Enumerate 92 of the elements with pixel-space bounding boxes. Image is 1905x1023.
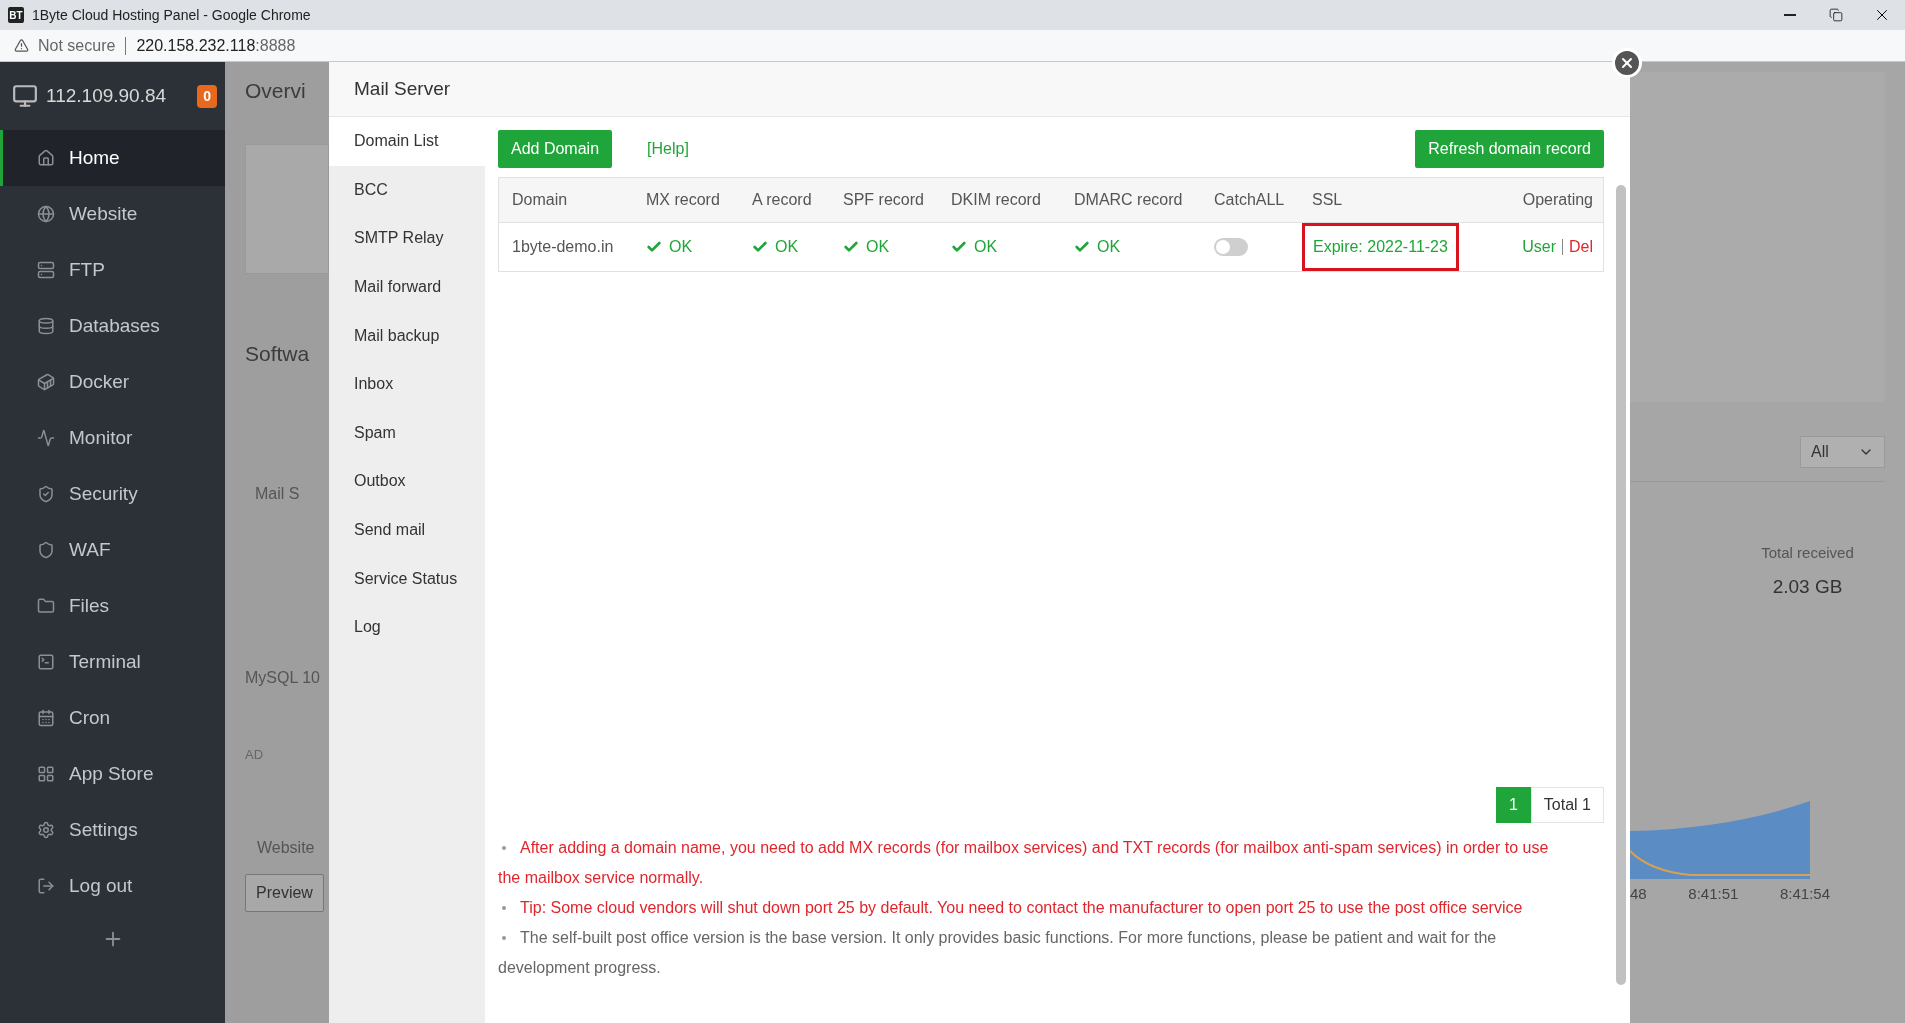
total-received-label: Total received (1761, 543, 1854, 563)
column-header: SSL (1312, 190, 1343, 210)
column-header: SPF record (843, 190, 924, 210)
sidebar-item[interactable]: FTP (0, 242, 225, 298)
total-received-value: 2.03 GB (1772, 574, 1843, 599)
nav-item[interactable]: Spam (329, 408, 485, 458)
sidebar-item[interactable]: Website (0, 186, 225, 242)
check-icon (752, 239, 768, 255)
sidebar-item[interactable]: Files (0, 578, 225, 634)
address-bar[interactable]: Not secure 220.158.232.118:8888 (0, 30, 1905, 62)
nav-item[interactable]: BCC (329, 165, 485, 215)
sidebar-item[interactable]: Docker (0, 354, 225, 410)
preview-button[interactable]: Preview (245, 874, 324, 912)
url-text: 220.158.232.118:8888 (136, 35, 296, 56)
nav-item[interactable]: Log (329, 602, 485, 652)
record-status: OK (951, 235, 998, 259)
menu-icon (37, 653, 55, 671)
menu-icon (37, 373, 55, 391)
note-text: Tip: Some cloud vendors will shut down port 25 by default. You need to contact the manufacturer to open port 25 to use the post office service (519, 898, 1524, 918)
nav-item[interactable]: Outbox (329, 457, 485, 506)
domain-cell-text: 1byte-demo.in (512, 237, 614, 257)
axis-label: 48 (1630, 884, 1647, 904)
menu-icon (37, 877, 55, 895)
app-label: Mail S (254, 485, 300, 502)
app-logo: BT (8, 7, 24, 23)
delete-link[interactable]: Del (1569, 235, 1593, 259)
record-status: OK (752, 235, 799, 259)
server-ip: 112.109.90.84 (46, 83, 167, 108)
ssl-expiry: Expire: 2022-11-23 (1302, 223, 1459, 271)
menu-icon (37, 541, 55, 559)
menu-icon (37, 317, 55, 335)
minimize-icon (1784, 14, 1796, 16)
warning-icon (14, 38, 29, 53)
software-title: Softwa (245, 341, 310, 368)
database-label: MySQL 10 (245, 669, 320, 686)
nav-item[interactable]: Service Status (329, 554, 485, 603)
ad-tag: AD (245, 747, 264, 762)
website-label: Website (257, 839, 315, 856)
sidebar-item[interactable]: Settings (0, 802, 225, 858)
menu-icon (37, 597, 55, 615)
column-header: Domain (512, 190, 568, 210)
notification-badge: 0 (197, 84, 217, 108)
note-text: After adding a domain name, you need to add MX records (for mailbox services) and TXT records (for mailbox anti-spam services) in order to use the mailbox service normally. (498, 838, 1550, 888)
check-icon (951, 239, 967, 255)
column-header: CatchALL (1214, 190, 1285, 210)
overview-title: Overvi (245, 77, 306, 104)
note-text: The self-built post office version is the base version. It only provides basic functions. For more functions, please be patient and wait for the development progress. (498, 928, 1498, 978)
nav-item[interactable]: Mail backup (329, 311, 485, 360)
scrollbar[interactable] (1616, 185, 1626, 985)
total-count: Total 1 (1530, 787, 1604, 823)
nav-item[interactable]: Inbox (329, 359, 485, 409)
menu-icon (37, 149, 55, 167)
check-icon (1074, 239, 1090, 255)
sidebar-item[interactable]: Databases (0, 298, 225, 354)
menu-icon (37, 821, 55, 839)
nav-item[interactable]: Mail forward (329, 262, 485, 312)
sidebar-item[interactable]: Security (0, 466, 225, 522)
menu-icon (37, 261, 55, 279)
menu-icon (37, 205, 55, 223)
record-status: OK (1074, 235, 1121, 259)
nav-item[interactable]: Send mail (329, 505, 485, 555)
nav-item[interactable]: SMTP Relay (329, 214, 485, 263)
column-header: DMARC record (1074, 190, 1183, 210)
menu-icon (37, 709, 55, 727)
menu-icon (37, 429, 55, 447)
restore-icon (1829, 8, 1843, 22)
column-header: Operating (1522, 190, 1593, 210)
column-header: DKIM record (951, 190, 1041, 210)
sidebar-item[interactable]: WAF (0, 522, 225, 578)
sidebar-item[interactable]: Log out (0, 858, 225, 914)
sidebar-item[interactable]: Home (0, 130, 225, 186)
column-header: MX record (646, 190, 720, 210)
security-label: Not secure (38, 35, 116, 56)
close-icon (1619, 55, 1635, 71)
record-status: OK (843, 235, 890, 259)
menu-icon (37, 765, 55, 783)
nav-item[interactable]: Domain List (329, 117, 485, 166)
sidebar-item[interactable]: Monitor (0, 410, 225, 466)
menu-icon (37, 485, 55, 503)
sidebar-item[interactable]: Cron (0, 690, 225, 746)
window-title: 1Byte Cloud Hosting Panel - Google Chrome (32, 5, 311, 25)
check-icon (646, 239, 662, 255)
sidebar-item[interactable]: Terminal (0, 634, 225, 690)
catchall-toggle[interactable] (1214, 238, 1248, 256)
modal-title: Mail Server (354, 76, 451, 101)
sidebar-item[interactable]: App Store (0, 746, 225, 802)
axis-label: 8:41:54 (1779, 884, 1830, 904)
check-icon (843, 239, 859, 255)
filter-select[interactable]: All (1800, 435, 1885, 468)
axis-label: 8:41:51 (1688, 884, 1739, 904)
record-status: OK (646, 235, 693, 259)
column-header: A record (752, 190, 812, 210)
